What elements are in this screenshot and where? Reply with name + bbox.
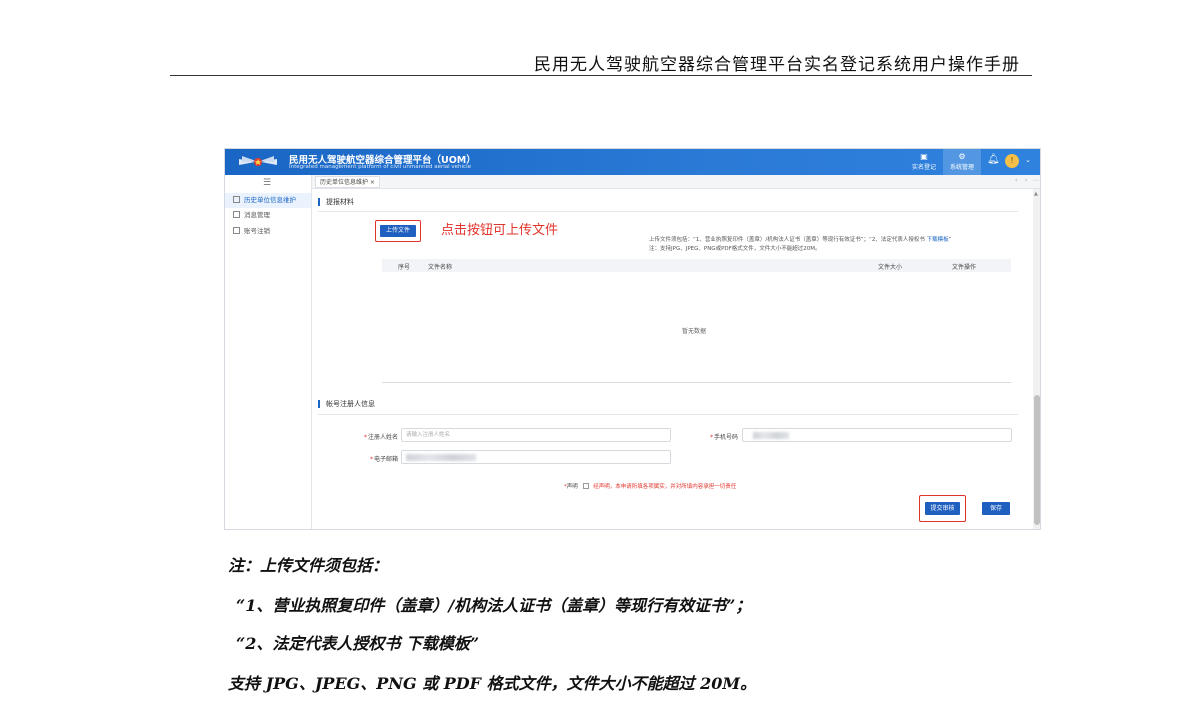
column-header: 序号 xyxy=(398,264,411,271)
note-heading: 注：上传文件须包括： xyxy=(228,556,389,575)
scroll-up-icon[interactable]: ▲ xyxy=(1034,191,1038,197)
bell-icon[interactable]: 🔔︎ xyxy=(987,154,1000,165)
chevron-down-icon[interactable]: ⌄ xyxy=(1025,156,1031,164)
email-input[interactable] xyxy=(401,450,671,464)
document-header: 民用无人驾驶航空器综合管理平台实名登记系统用户操作手册 xyxy=(170,44,1032,76)
note-item-1: “1、营业执照复印件（盖章）/机构法人证书（盖章）等现行有效证书”； xyxy=(236,596,752,615)
tab-next-icon[interactable]: › xyxy=(1025,177,1027,184)
column-header: 文件操作 xyxy=(952,264,977,271)
file-table-header: 序号 文件名称 文件大小 文件操作 xyxy=(382,259,1011,272)
section-divider xyxy=(318,211,1018,212)
table-empty-text: 暂无数据 xyxy=(682,328,707,335)
phone-label: *手机号码 xyxy=(692,432,738,441)
registrant-section-title: 帐号注册人信息 xyxy=(318,400,375,408)
required-mark: * xyxy=(709,434,713,441)
account-icon xyxy=(233,227,240,234)
sidebar-item-messages[interactable]: 消息管理 xyxy=(225,208,311,223)
sidebar-item-label: 历史单位信息维护 xyxy=(244,196,296,204)
materials-section-title: 提报材料 xyxy=(318,198,354,206)
system-nav-label: 系统管理 xyxy=(949,164,974,171)
column-header: 文件名称 xyxy=(428,264,453,271)
phone-input[interactable] xyxy=(742,428,1012,442)
system-nav-button[interactable]: ⚙ 系统管理 xyxy=(943,149,981,175)
register-nav-label: 实名登记 xyxy=(911,164,936,171)
submit-highlight-box xyxy=(919,495,966,522)
note-format: 支持 JPG、JPEG、PNG 或 PDF 格式文件，文件大小不能超过 20M。 xyxy=(228,674,757,693)
app-screenshot: 民用无人驾驶航空器综合管理平台（UOM） Integrated manageme… xyxy=(224,148,1041,530)
avatar[interactable]: ! xyxy=(1005,154,1019,168)
column-header: 文件大小 xyxy=(878,264,903,271)
message-icon xyxy=(233,211,240,218)
tab-unit-info[interactable]: 历史单位信息维护 × xyxy=(315,176,380,188)
phone-label-text: 手机号码 xyxy=(713,434,738,441)
main-content: 提报材料 上传文件 点击按钮可上传文件 上传文件须包括：“1、营业执照复印件（盖… xyxy=(312,189,1032,529)
vertical-scrollbar[interactable]: ▲ xyxy=(1033,189,1040,529)
email-label: *电子邮箱 xyxy=(352,454,398,463)
tab-more-icon[interactable]: ⋯ xyxy=(1033,177,1039,184)
register-icon: ▣ xyxy=(920,152,928,161)
required-mark: * xyxy=(369,456,373,463)
table-bottom-border xyxy=(382,382,1011,383)
sidebar: ☰ 历史单位信息维护 消息管理 账号注销 xyxy=(225,175,312,529)
registrant-name-label: *注册人姓名 xyxy=(352,432,398,441)
menu-toggle-icon[interactable]: ☰ xyxy=(263,178,271,188)
document-icon xyxy=(233,196,240,203)
settings-icon: ⚙ xyxy=(958,152,966,161)
note-item-2: “2、法定代表人授权书 下载模板” xyxy=(236,634,480,653)
declaration-label: 声明 xyxy=(566,484,578,490)
upload-note-text: 上传文件须包括：“1、营业执照复印件（盖章）/机构法人证书（盖章）等现行有效证书… xyxy=(649,237,927,243)
upload-format-note: 注：支持JPG、JPEG、PNG或PDF格式文件，文件大小不能超过20M。 xyxy=(649,246,821,252)
redacted-phone xyxy=(753,432,789,439)
section-divider xyxy=(318,414,1018,415)
upload-callout: 点击按钮可上传文件 xyxy=(441,223,559,238)
app-subtitle: Integrated management platform of civil … xyxy=(289,164,471,170)
declaration-checkbox[interactable] xyxy=(582,483,589,489)
sidebar-item-label: 消息管理 xyxy=(244,211,270,219)
register-nav-button[interactable]: ▣ 实名登记 xyxy=(905,149,943,175)
sidebar-item-account-cancel[interactable]: 账号注销 xyxy=(225,224,311,239)
uom-logo-icon xyxy=(239,156,277,166)
document-title: 民用无人驾驶航空器综合管理平台实名登记系统用户操作手册 xyxy=(534,55,1020,75)
tab-prev-icon[interactable]: ‹ xyxy=(1015,177,1017,184)
declaration-row: *声明 经声明，本申请所填各项属实，并对所填内容承担一切责任 xyxy=(564,482,736,490)
declaration-text: 经声明，本申请所填各项属实，并对所填内容承担一切责任 xyxy=(593,484,737,490)
redacted-email xyxy=(406,454,476,461)
download-template-link[interactable]: 下载模板 xyxy=(927,237,949,243)
email-label-text: 电子邮箱 xyxy=(373,456,398,463)
registrant-name-input[interactable]: 请输入注册人姓名 xyxy=(401,428,671,442)
scroll-thumb[interactable] xyxy=(1034,395,1040,525)
upload-highlight-box xyxy=(375,220,421,242)
save-button[interactable]: 保存 xyxy=(982,502,1010,515)
sidebar-item-unit-info[interactable]: 历史单位信息维护 xyxy=(225,193,311,208)
upload-requirements-note: 上传文件须包括：“1、营业执照复印件（盖章）/机构法人证书（盖章）等现行有效证书… xyxy=(649,236,1019,254)
registrant-name-label-text: 注册人姓名 xyxy=(367,434,398,441)
tab-bar: 历史单位信息维护 × ‹ › ⋯ xyxy=(312,175,1040,189)
sidebar-item-label: 账号注销 xyxy=(244,227,270,235)
upload-note-end: ” xyxy=(948,237,952,243)
app-topbar: 民用无人驾驶航空器综合管理平台（UOM） Integrated manageme… xyxy=(225,149,1040,175)
required-mark: * xyxy=(363,434,367,441)
